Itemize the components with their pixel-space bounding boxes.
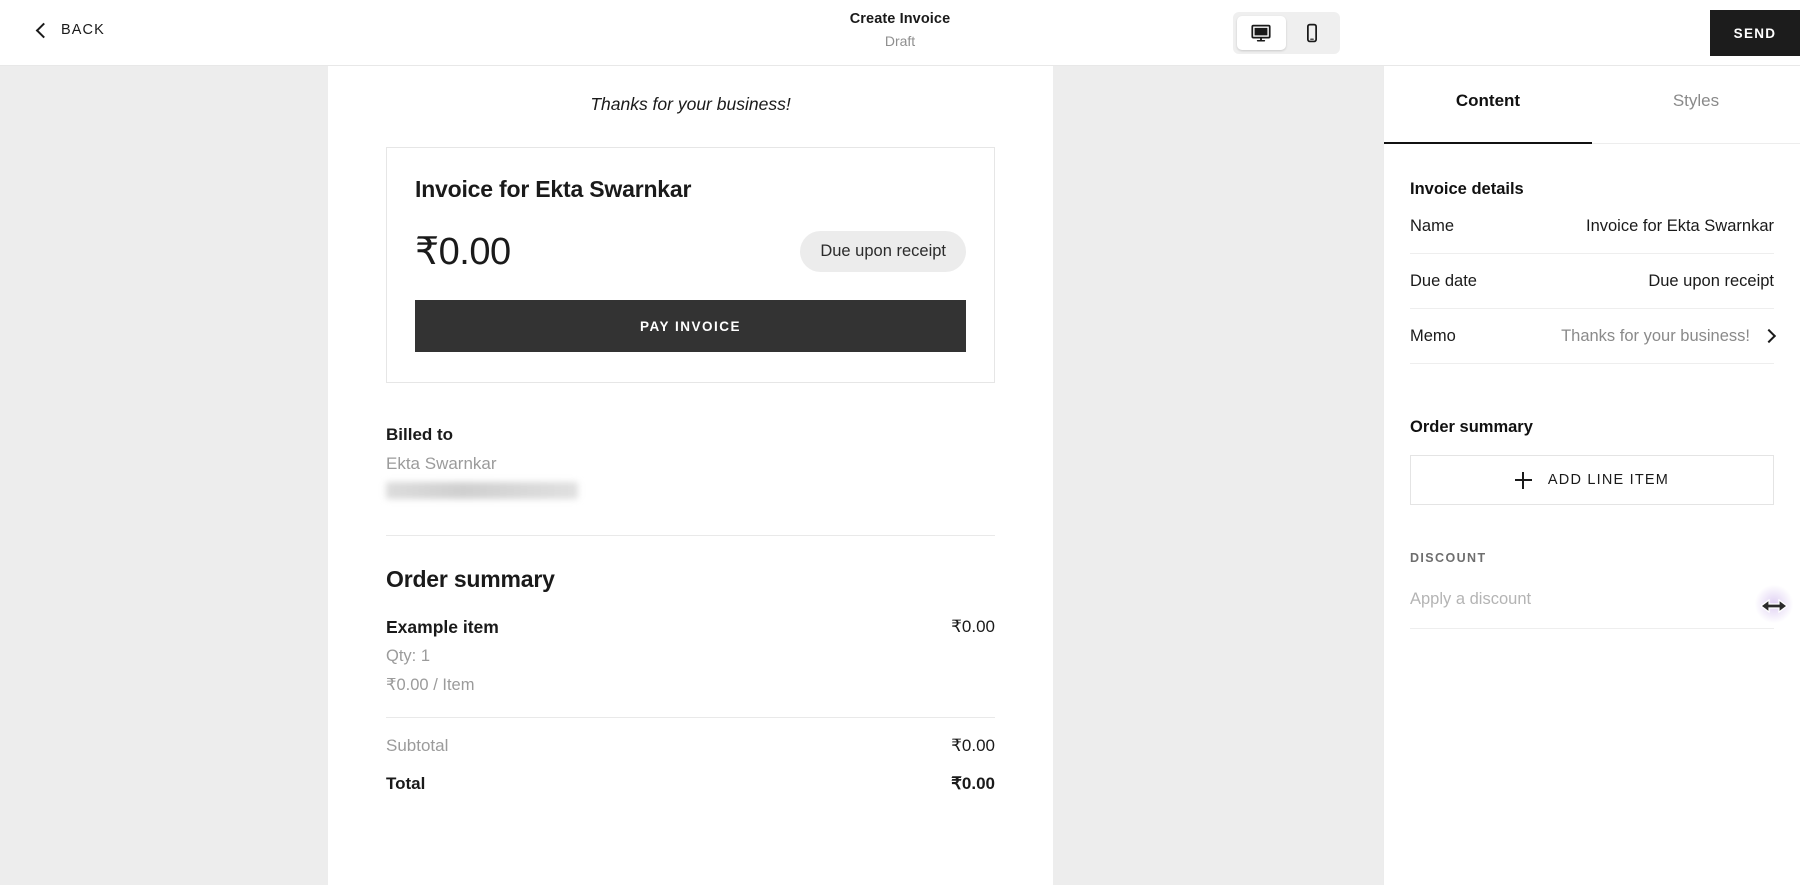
editor-body: Thanks for your business! Invoice for Ek…	[0, 66, 1800, 885]
total-label: Total	[386, 774, 426, 793]
send-button[interactable]: SEND	[1710, 10, 1800, 56]
preview-divider	[386, 535, 995, 536]
preview-order-summary-heading: Order summary	[386, 566, 555, 592]
detail-label-due-date: Due date	[1410, 271, 1477, 290]
desktop-monitor-icon	[1251, 24, 1271, 42]
panel-body: Invoice details Name Invoice for Ekta Sw…	[1384, 180, 1800, 629]
tab-content[interactable]: Content	[1384, 66, 1592, 144]
line-item-details: Example item Qty: 1 ₹0.00 / Item	[386, 617, 499, 695]
back-button-label: BACK	[61, 22, 105, 38]
total-row: Total ₹0.00	[386, 774, 995, 794]
preview-memo: Thanks for your business!	[590, 94, 791, 114]
chevron-right-icon[interactable]	[1761, 328, 1777, 344]
subtotal-value: ₹0.00	[951, 736, 995, 755]
detail-memo-right: Thanks for your business!	[1561, 326, 1777, 346]
detail-label-memo: Memo	[1410, 326, 1456, 345]
active-tab-underline	[1384, 141, 1592, 144]
pay-invoice-button[interactable]: PAY INVOICE	[415, 300, 966, 352]
page-title-block: Create Invoice Draft	[700, 11, 1100, 49]
mobile-preview-button[interactable]	[1288, 16, 1337, 50]
detail-row-name[interactable]: Name Invoice for Ekta Swarnkar	[1410, 199, 1774, 254]
add-line-item-button[interactable]: ADD LINE ITEM	[1410, 455, 1774, 505]
add-line-item-label: ADD LINE ITEM	[1547, 472, 1670, 488]
detail-row-memo[interactable]: Memo Thanks for your business!	[1410, 309, 1777, 364]
invoice-amount-row: ₹0.00 Due upon receipt	[415, 229, 966, 274]
mobile-phone-icon	[1306, 23, 1317, 43]
editor-side-panel: Content Styles Invoice details Name Invo…	[1383, 66, 1800, 885]
plus-icon	[1514, 471, 1532, 489]
top-bar: BACK Create Invoice Draft SEND	[0, 0, 1800, 66]
billed-to-heading: Billed to	[386, 425, 454, 444]
toggle-knob	[1734, 590, 1753, 609]
back-button[interactable]: BACK	[35, 18, 107, 42]
resize-cursor-icon	[1760, 598, 1788, 614]
invoice-amount: ₹0.00	[415, 231, 511, 273]
tab-styles[interactable]: Styles	[1592, 66, 1800, 144]
billed-to-section: Billed to Ekta Swarnkar	[386, 425, 995, 499]
preview-line-item: Example item Qty: 1 ₹0.00 / Item ₹0.00	[386, 617, 995, 695]
invoice-details-heading: Invoice details	[1410, 180, 1524, 198]
device-preview-toggle	[1233, 12, 1340, 54]
detail-value-due-date: Due upon receipt	[1648, 271, 1774, 290]
panel-order-summary-heading: Order summary	[1410, 418, 1533, 436]
apply-discount-toggle-wrap	[1732, 584, 1794, 624]
invoice-summary-card: Invoice for Ekta Swarnkar ₹0.00 Due upon…	[386, 147, 995, 383]
discount-section-label: DISCOUNT	[1410, 551, 1487, 565]
chevron-left-icon	[35, 22, 52, 38]
billed-to-redacted-email	[386, 482, 578, 499]
subtotal-label: Subtotal	[386, 736, 449, 755]
cursor-highlight	[1754, 584, 1794, 624]
line-item-amount: ₹0.00	[951, 617, 995, 636]
total-value: ₹0.00	[951, 774, 995, 793]
apply-discount-label: Apply a discount	[1410, 590, 1532, 608]
invoice-editor-app: BACK Create Invoice Draft SEND Thanks fo…	[0, 0, 1800, 885]
invoice-preview-pane: Thanks for your business! Invoice for Ek…	[328, 66, 1053, 885]
detail-row-due-date[interactable]: Due date Due upon receipt	[1410, 254, 1774, 309]
billed-to-name: Ekta Swarnkar	[386, 454, 497, 473]
detail-label-name: Name	[1410, 216, 1455, 235]
preview-totals-divider	[386, 717, 995, 718]
panel-tabs: Content Styles	[1384, 66, 1800, 144]
line-item-name: Example item	[386, 617, 499, 637]
detail-value-name: Invoice for Ekta Swarnkar	[1586, 216, 1774, 235]
desktop-preview-button[interactable]	[1237, 16, 1286, 50]
page-status: Draft	[884, 33, 916, 49]
detail-value-memo: Thanks for your business!	[1561, 326, 1750, 345]
line-item-qty: Qty: 1	[386, 647, 431, 665]
due-date-badge: Due upon receipt	[800, 231, 966, 272]
page-title: Create Invoice	[849, 11, 951, 27]
invoice-card-title: Invoice for Ekta Swarnkar	[415, 176, 692, 202]
subtotal-row: Subtotal ₹0.00	[386, 736, 995, 756]
apply-discount-row: Apply a discount	[1410, 571, 1794, 629]
line-item-unit-price: ₹0.00 / Item	[386, 676, 475, 694]
